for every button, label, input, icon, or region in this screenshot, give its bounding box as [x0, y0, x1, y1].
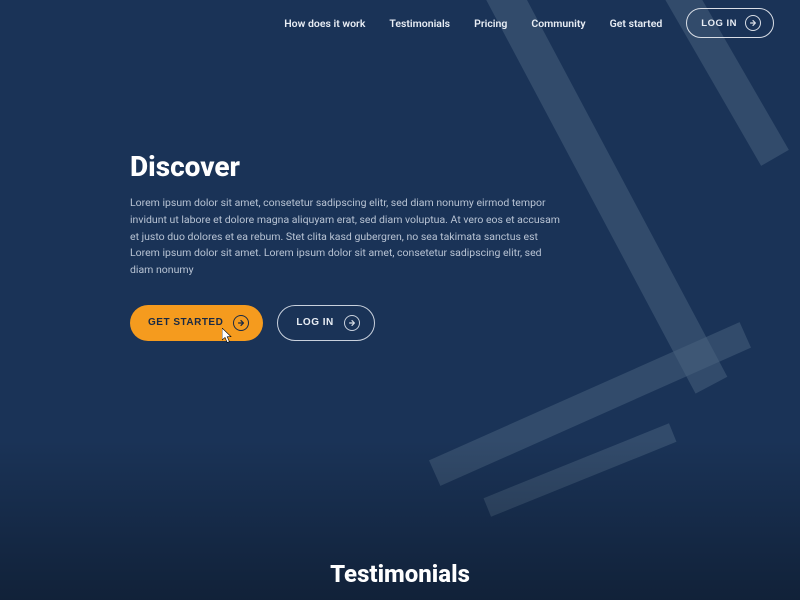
nav-link-community[interactable]: Community: [531, 17, 585, 30]
hero-login-label: LOG IN: [296, 317, 333, 328]
nav-link-testimonials[interactable]: Testimonials: [389, 17, 450, 30]
hero-login-button[interactable]: LOG IN: [277, 305, 374, 341]
nav-link-pricing[interactable]: Pricing: [474, 17, 507, 30]
nav-link-how-it-works[interactable]: How does it work: [284, 17, 365, 30]
hero-buttons: GET STARTED LOG IN: [130, 305, 560, 341]
top-nav: How does it work Testimonials Pricing Co…: [0, 0, 800, 46]
hero-title: Discover: [130, 150, 560, 183]
testimonials-heading: Testimonials: [0, 560, 800, 588]
arrow-right-icon: [745, 15, 761, 31]
nav-link-get-started[interactable]: Get started: [610, 17, 663, 30]
arrow-right-icon: [344, 315, 360, 331]
mouse-cursor-icon: [222, 328, 234, 344]
hero-body: Lorem ipsum dolor sit amet, consetetur s…: [130, 195, 560, 279]
nav-login-button[interactable]: LOG IN: [686, 8, 774, 38]
hero-section: Discover Lorem ipsum dolor sit amet, con…: [130, 150, 560, 341]
nav-login-label: LOG IN: [701, 18, 737, 29]
arrow-right-icon: [233, 315, 249, 331]
get-started-button[interactable]: GET STARTED: [130, 305, 263, 341]
get-started-label: GET STARTED: [148, 317, 223, 328]
